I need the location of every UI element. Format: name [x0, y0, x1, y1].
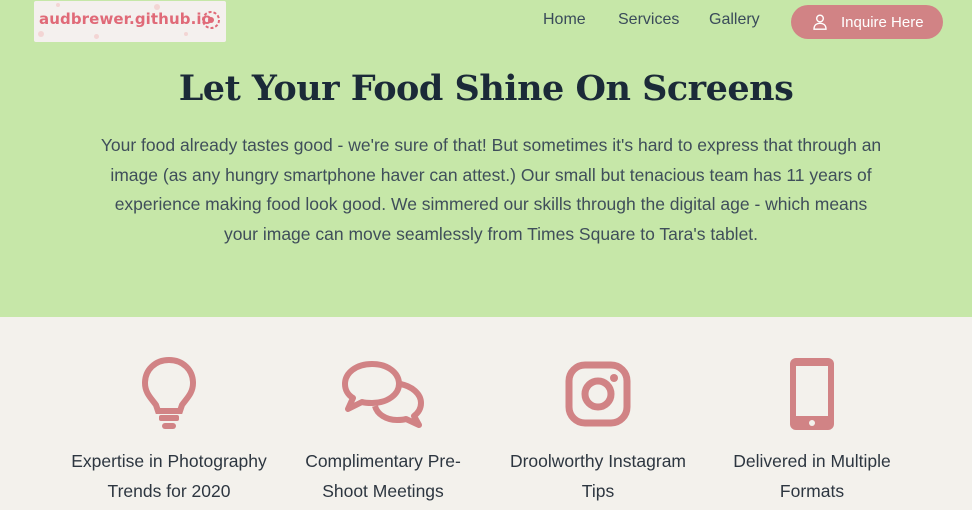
lightbulb-icon: [141, 356, 197, 429]
smartphone-icon: [790, 358, 834, 430]
feature-label: Delivered in Multiple Formats: [733, 451, 891, 501]
nav-gallery[interactable]: Gallery: [709, 11, 760, 29]
flower-icon: [202, 11, 220, 29]
hero-title: Let Your Food Shine On Screens: [178, 68, 794, 109]
user-icon: [813, 14, 827, 30]
inquire-button-label: Inquire Here: [841, 13, 924, 31]
site-logo[interactable]: audbrewer.github.io: [34, 1, 226, 42]
hero-description: Your food already tastes good - we're su…: [100, 135, 882, 244]
feature-item: Expertise in Photography Trends for 2020: [69, 354, 269, 506]
feature-label: Complimentary Pre-Shoot Meetings: [305, 451, 461, 501]
hero-section: audbrewer.github.io Home Services Galler…: [0, 0, 972, 317]
logo-text: audbrewer.github.io: [39, 10, 213, 28]
feature-label: Expertise in Photography Trends for 2020: [71, 451, 267, 501]
feature-item: Droolworthy Instagram Tips: [498, 354, 698, 506]
nav-home[interactable]: Home: [543, 11, 586, 29]
inquire-button[interactable]: Inquire Here: [791, 5, 943, 39]
chat-bubbles-icon: [342, 361, 424, 428]
instagram-icon: [565, 361, 631, 427]
feature-item: Delivered in Multiple Formats: [712, 354, 912, 506]
feature-label: Droolworthy Instagram Tips: [509, 451, 687, 501]
feature-item: Complimentary Pre-Shoot Meetings: [283, 354, 483, 506]
nav-services[interactable]: Services: [618, 11, 679, 29]
